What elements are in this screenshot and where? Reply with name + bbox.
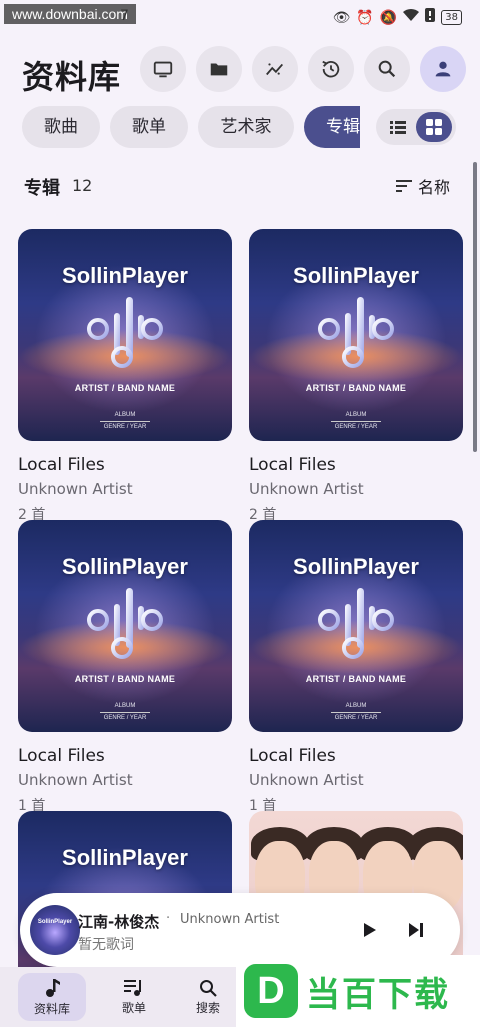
search-button[interactable] [364,46,410,92]
music-note-graphic [87,297,163,368]
skip-next-icon [409,923,423,937]
alert-icon [425,8,436,27]
history-button[interactable] [308,46,354,92]
album-cover: SollinPlayer ARTIST / BAND NAME ALBUM GE… [249,229,463,441]
tab-playlists[interactable]: 歌单 [110,106,188,148]
title-separator: · [166,911,171,926]
section-title: 专辑 [24,178,60,199]
page-title: 资料库 [22,58,122,96]
album-count: 12 [72,176,93,195]
now-playing-art: SollinPlayer [30,905,80,955]
nav-label: 搜索 [195,1000,220,1015]
category-tabs: 歌曲 歌单 艺术家 专辑 [22,106,360,148]
search-icon [378,60,396,78]
watermark-logo: D [244,964,298,1018]
tv-icon [153,61,173,78]
cover-album-line: ALBUM GENRE / YEAR [18,702,232,723]
album-cover: SollinPlayer ARTIST / BAND NAME ALBUM GE… [18,229,232,441]
album-artist: Unknown Artist [249,771,364,789]
watermark-text: 当百下载 [306,974,450,1015]
status-time: 7 [120,8,129,24]
album-cover: SollinPlayer ARTIST / BAND NAME ALBUM GE… [249,520,463,732]
album-card[interactable]: SollinPlayer ARTIST / BAND NAME ALBUM GE… [18,520,232,815]
now-playing-artist: Unknown Artist [180,912,280,927]
folder-button[interactable] [196,46,242,92]
cover-brand: SollinPlayer [62,263,188,288]
account-icon [435,61,451,77]
search-icon [200,979,217,997]
cast-button[interactable] [140,46,186,92]
sort-label: 名称 [417,178,450,197]
album-artist: Unknown Artist [249,480,364,498]
play-icon [364,923,376,937]
tab-albums[interactable]: 专辑 [304,106,360,148]
cover-artist-line: ARTIST / BAND NAME [305,674,407,684]
sort-icon [395,180,412,192]
cover-brand: SollinPlayer [293,263,419,288]
watermark-text: www.downbai.com [4,4,136,24]
trend-icon [266,63,284,76]
history-icon [322,60,340,78]
tab-artists[interactable]: 艺术家 [198,106,294,148]
music-note-graphic [318,297,394,368]
status-icons: 👁 ⏰ 🔕 38 [333,8,462,27]
now-playing-title: 江南-林俊杰 [78,913,160,931]
eye-icon: 👁 [332,9,351,26]
album-cover: SollinPlayer ARTIST / BAND NAME ALBUM GE… [18,520,232,732]
cover-brand: SollinPlayer [62,554,188,579]
list-icon [390,121,406,134]
now-playing-lyrics: 暂无歌词 [78,937,134,953]
nav-playlists[interactable]: 歌单 [100,973,168,1021]
cover-album-line: ALBUM GENRE / YEAR [249,702,463,723]
nav-search[interactable]: 搜索 [174,973,242,1021]
cover-album-line: ALBUM GENRE / YEAR [18,411,232,432]
folder-icon [210,63,228,76]
account-button[interactable] [420,46,466,92]
sort-button[interactable]: 名称 [395,174,450,198]
wifi-icon [403,8,420,27]
album-name: Local Files [249,455,336,475]
playlist-icon [124,979,141,996]
album-name: Local Files [18,746,105,766]
album-artist: Unknown Artist [18,480,133,498]
album-name: Local Files [18,455,105,475]
grid-icon [426,119,442,135]
album-card[interactable]: SollinPlayer ARTIST / BAND NAME ALBUM GE… [249,229,463,524]
music-note-graphic [318,588,394,659]
status-bar: www.downbai.com 7 👁 ⏰ 🔕 38 [0,0,480,36]
nav-label: 资料库 [33,1001,70,1016]
music-note-graphic [87,588,163,659]
scrollbar[interactable] [473,162,477,452]
cover-album-line: ALBUM GENRE / YEAR [249,411,463,432]
view-toggle [376,109,456,145]
music-note-icon [46,978,60,997]
tab-songs[interactable]: 歌曲 [22,106,100,148]
cover-artist-line: ARTIST / BAND NAME [305,383,407,393]
cover-brand: SollinPlayer [62,845,188,870]
album-name: Local Files [249,746,336,766]
album-card[interactable]: SollinPlayer ARTIST / BAND NAME ALBUM GE… [249,520,463,815]
album-card[interactable]: SollinPlayer ARTIST / BAND NAME ALBUM GE… [18,229,232,524]
watermark-banner: D 当百下载 [236,955,480,1027]
list-view-button[interactable] [380,112,416,142]
mute-icon: 🔕 [379,9,398,26]
cover-artist-line: ARTIST / BAND NAME [74,674,176,684]
play-button[interactable] [358,918,382,942]
stats-button[interactable] [252,46,298,92]
nav-library[interactable]: 资料库 [18,973,86,1021]
battery-icon: 38 [441,10,462,25]
cover-artist-line: ARTIST / BAND NAME [74,383,176,393]
nav-label: 歌单 [121,1000,146,1015]
alarm-icon: ⏰ [356,9,374,26]
next-button[interactable] [404,918,428,942]
album-artist: Unknown Artist [18,771,133,789]
cover-brand: SollinPlayer [293,554,419,579]
grid-view-button[interactable] [416,112,452,142]
